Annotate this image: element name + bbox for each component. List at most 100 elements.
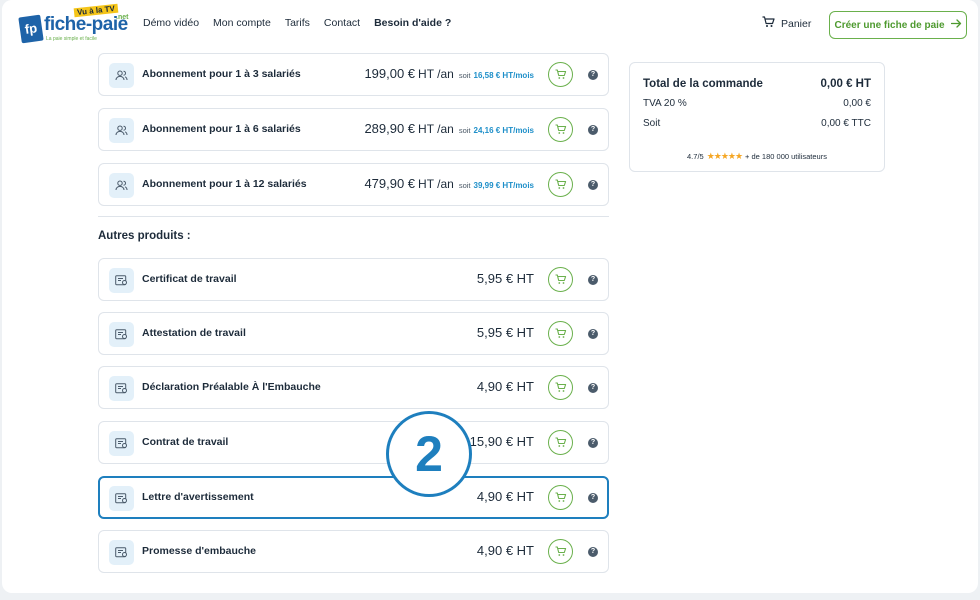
- subscription-row: Abonnement pour 1 à 6 salariés 289,90 € H…: [98, 108, 609, 151]
- product-price: 15,90 € HT: [469, 434, 534, 449]
- nav-tarifs[interactable]: Tarifs: [285, 17, 310, 29]
- cta-label: Créer une fiche de paie: [834, 19, 945, 31]
- product-row: Promesse d'embauche 4,90 € HT ?: [98, 530, 609, 573]
- product-price: 4,90 € HT: [476, 543, 534, 558]
- product-name: Contrat de travail: [142, 436, 229, 448]
- document-icon: [109, 322, 134, 347]
- rating: 4.7/5 ★★★★★ + de 180 000 utilisateurs: [630, 151, 884, 162]
- help-icon[interactable]: ?: [588, 70, 598, 80]
- add-to-cart-button[interactable]: [548, 267, 573, 292]
- document-icon: [109, 376, 134, 401]
- help-icon[interactable]: ?: [588, 329, 598, 339]
- total-label: Total de la commande: [643, 78, 763, 90]
- ttc-value: 0,00 € TTC: [821, 118, 871, 129]
- nav-besoin-aide[interactable]: Besoin d'aide ?: [374, 17, 451, 29]
- price-monthly: 16,58 € HT/mois: [473, 71, 534, 80]
- product-name: Abonnement pour 1 à 6 salariés: [142, 123, 301, 135]
- other-products-title: Autres produits :: [98, 230, 191, 242]
- price-unit: HT /an: [418, 177, 454, 191]
- logo-tagline: La paie simple et facile: [46, 36, 97, 42]
- product-row: Déclaration Préalable À l'Embauche 4,90 …: [98, 366, 609, 409]
- document-icon: [109, 540, 134, 565]
- add-to-cart-button[interactable]: [548, 172, 573, 197]
- product-name: Lettre d'avertissement: [142, 491, 254, 503]
- help-icon[interactable]: ?: [588, 438, 598, 448]
- product-name: Déclaration Préalable À l'Embauche: [142, 381, 321, 393]
- product-name: Promesse d'embauche: [142, 545, 256, 557]
- cart-link[interactable]: Panier: [762, 16, 811, 31]
- price-soit: soit: [458, 126, 471, 135]
- add-to-cart-button[interactable]: [548, 375, 573, 400]
- summary-ttc: Soit 0,00 € TTC: [643, 118, 871, 129]
- ttc-label: Soit: [643, 118, 661, 129]
- users-icon: [109, 118, 134, 143]
- arrow-right-icon: [950, 19, 962, 31]
- main-nav: Démo vidéo Mon compte Tarifs Contact Bes…: [143, 17, 451, 29]
- header: fp fiche-paie Vu à la TV .net La paie si…: [2, 0, 978, 50]
- summary-tva: TVA 20 % 0,00 €: [643, 98, 871, 109]
- price-soit: soit: [458, 71, 471, 80]
- price-value: 199,00 €: [364, 66, 416, 81]
- add-to-cart-button[interactable]: [548, 485, 573, 510]
- add-to-cart-button[interactable]: [548, 539, 573, 564]
- price-monthly: 39,99 € HT/mois: [473, 181, 534, 190]
- product-row: Contrat de travail 15,90 € HT ?: [98, 421, 609, 464]
- product-name: Certificat de travail: [142, 273, 237, 285]
- price-soit: soit: [458, 181, 471, 190]
- document-icon: [109, 431, 134, 456]
- total-value: 0,00 € HT: [820, 78, 872, 90]
- page: fp fiche-paie Vu à la TV .net La paie si…: [2, 0, 978, 593]
- create-payslip-button[interactable]: Créer une fiche de paie: [829, 11, 967, 39]
- product-name: Abonnement pour 1 à 3 salariés: [142, 68, 301, 80]
- document-icon: [109, 268, 134, 293]
- price-unit: HT /an: [418, 67, 454, 81]
- users-icon: [109, 173, 134, 198]
- logo[interactable]: fp fiche-paie Vu à la TV .net La paie si…: [18, 3, 129, 46]
- logo-mark: fp: [18, 14, 44, 44]
- product-price: 199,00 € HT /an soit 16,58 € HT/mois: [364, 66, 534, 81]
- subscription-row: Abonnement pour 1 à 3 salariés 199,00 € H…: [98, 53, 609, 96]
- product-row-highlighted: Lettre d'avertissement 4,90 € HT ?: [98, 476, 609, 519]
- cart-icon: [762, 16, 775, 31]
- users-icon: [109, 63, 134, 88]
- product-price: 479,90 € HT /an soit 39,99 € HT/mois: [364, 176, 534, 191]
- add-to-cart-button[interactable]: [548, 62, 573, 87]
- nav-contact[interactable]: Contact: [324, 17, 360, 29]
- tva-value: 0,00 €: [843, 98, 871, 109]
- help-icon[interactable]: ?: [588, 275, 598, 285]
- rating-users: + de 180 000 utilisateurs: [745, 152, 827, 161]
- price-value: 289,90 €: [364, 121, 416, 136]
- nav-demo-video[interactable]: Démo vidéo: [143, 17, 199, 29]
- product-price: 4,90 € HT: [476, 379, 534, 394]
- help-icon[interactable]: ?: [588, 125, 598, 135]
- star-icon: ★★★★★: [706, 151, 743, 161]
- cart-label: Panier: [781, 17, 812, 30]
- help-icon[interactable]: ?: [588, 180, 598, 190]
- logo-net: .net: [116, 14, 129, 21]
- order-summary: Total de la commande 0,00 € HT TVA 20 % …: [629, 62, 885, 172]
- price-value: 479,90 €: [364, 176, 416, 191]
- product-price: 5,95 € HT: [476, 325, 534, 340]
- product-name: Attestation de travail: [142, 327, 246, 339]
- summary-total: Total de la commande 0,00 € HT: [643, 78, 871, 90]
- step-badge: 2: [386, 411, 472, 497]
- nav-mon-compte[interactable]: Mon compte: [213, 17, 271, 29]
- product-price: 5,95 € HT: [476, 271, 534, 286]
- add-to-cart-button[interactable]: [548, 430, 573, 455]
- price-unit: HT /an: [418, 122, 454, 136]
- document-icon: [109, 486, 134, 511]
- product-price: 289,90 € HT /an soit 24,16 € HT/mois: [364, 121, 534, 136]
- divider: [98, 216, 609, 217]
- add-to-cart-button[interactable]: [548, 321, 573, 346]
- product-row: Attestation de travail 5,95 € HT ?: [98, 312, 609, 355]
- add-to-cart-button[interactable]: [548, 117, 573, 142]
- help-icon[interactable]: ?: [588, 383, 598, 393]
- price-monthly: 24,16 € HT/mois: [473, 126, 534, 135]
- subscription-row: Abonnement pour 1 à 12 salariés 479,90 €…: [98, 163, 609, 206]
- help-icon[interactable]: ?: [588, 493, 598, 503]
- product-row: Certificat de travail 5,95 € HT ?: [98, 258, 609, 301]
- product-name: Abonnement pour 1 à 12 salariés: [142, 178, 307, 190]
- help-icon[interactable]: ?: [588, 547, 598, 557]
- rating-score: 4.7/5: [687, 152, 704, 161]
- product-price: 4,90 € HT: [476, 489, 534, 504]
